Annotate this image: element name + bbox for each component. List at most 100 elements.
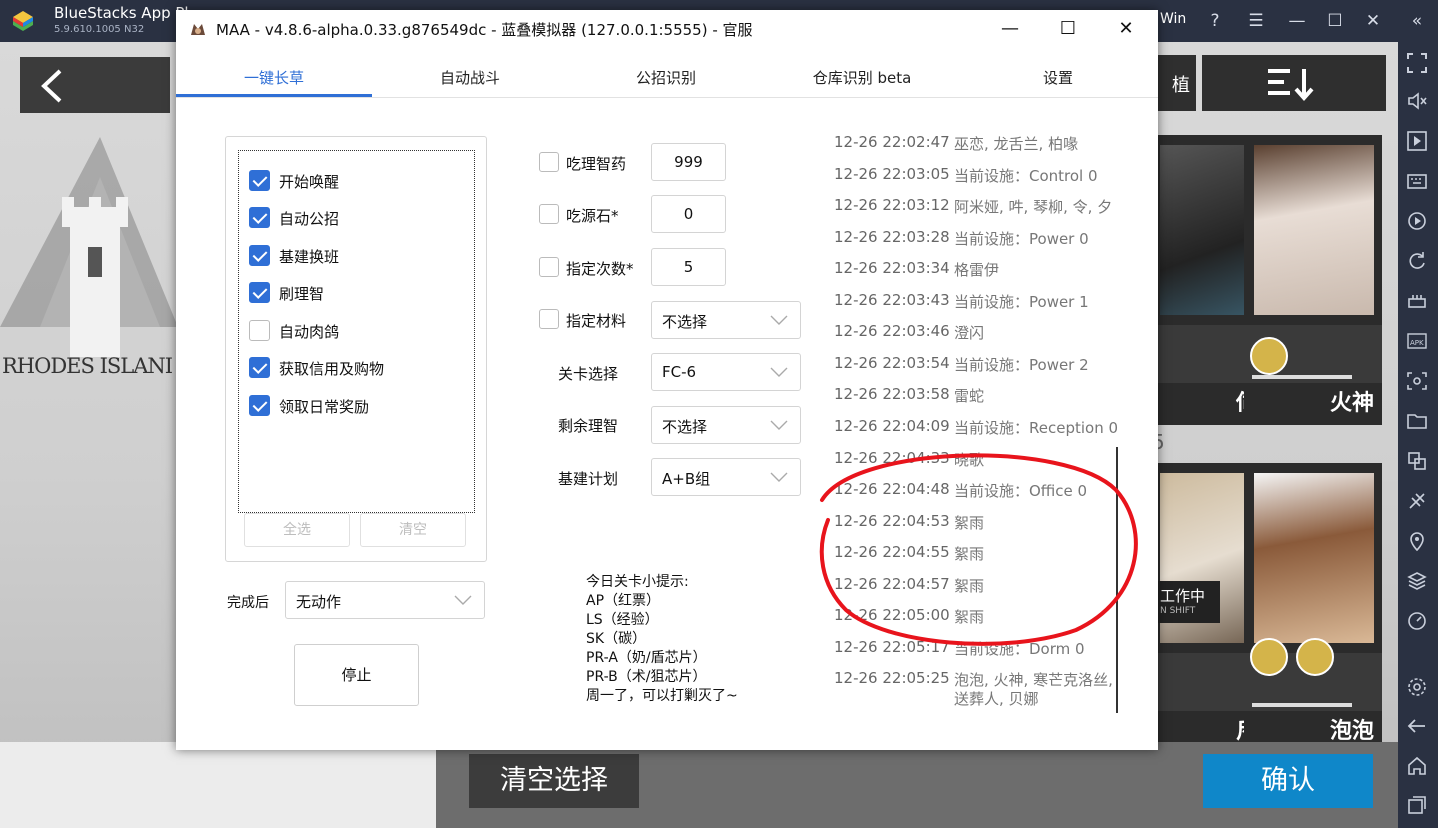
- game-back-button[interactable]: [20, 57, 170, 113]
- eco-mode-icon[interactable]: [1406, 490, 1428, 512]
- medicine-checkbox[interactable]: [539, 152, 559, 172]
- game-lower-panel: [0, 742, 436, 828]
- clear-all-button[interactable]: 清空: [360, 513, 466, 547]
- stone-input[interactable]: 0: [651, 195, 726, 233]
- chevron-left-icon: [41, 69, 62, 103]
- folder-icon[interactable]: [1406, 410, 1428, 432]
- tab-farming[interactable]: 一键长草: [176, 58, 372, 98]
- operator-portrait: [1254, 473, 1374, 643]
- operator-card[interactable]: 泡泡: [1244, 463, 1382, 753]
- log-message: 当前设施：Power 1: [954, 293, 1089, 311]
- maximize-icon[interactable]: ☐: [1320, 6, 1350, 36]
- log-message: 当前设施：Power 0: [954, 230, 1089, 248]
- multi-instance-icon[interactable]: [1406, 450, 1428, 472]
- rotate-icon[interactable]: [1406, 250, 1428, 272]
- home-icon[interactable]: [1406, 755, 1428, 777]
- stone-checkbox[interactable]: [539, 204, 559, 224]
- record-icon[interactable]: [1406, 210, 1428, 232]
- after-completion-select[interactable]: 无动作: [285, 581, 485, 619]
- log-time: 12-26 22:04:48: [834, 480, 950, 498]
- task-item-wakeup[interactable]: 开始唤醒: [249, 169, 469, 193]
- task-item-mall[interactable]: 获取信用及购物: [249, 356, 469, 380]
- tab-auto-battle[interactable]: 自动战斗: [372, 58, 568, 98]
- recent-apps-icon[interactable]: [1406, 794, 1428, 816]
- back-arrow-icon[interactable]: [1406, 715, 1428, 737]
- times-input[interactable]: 5: [651, 248, 726, 286]
- log-entry: 12-26 22:03:58 雷蛇: [834, 385, 1134, 405]
- confirm-button[interactable]: 确认: [1203, 754, 1373, 808]
- log-message: 当前设施：Control 0: [954, 167, 1098, 185]
- tab-recruit-recognition[interactable]: 公招识别: [568, 58, 764, 98]
- win-label[interactable]: Win: [1160, 11, 1186, 27]
- speed-icon[interactable]: [1406, 610, 1428, 632]
- help-icon[interactable]: ?: [1200, 6, 1230, 36]
- tip-line: 今日关卡小提示:: [586, 574, 689, 590]
- times-checkbox[interactable]: [539, 257, 559, 277]
- stage-tips: 今日关卡小提示: AP（红票） LS（经验） SK（碳） PR-A（奶/盾芯片）…: [586, 573, 738, 706]
- task-item-infrast[interactable]: 基建换班: [249, 244, 469, 268]
- task-checkbox[interactable]: [249, 207, 270, 228]
- play-icon[interactable]: [1406, 130, 1428, 152]
- log-time: 12-26 22:03:43: [834, 291, 950, 309]
- volume-icon[interactable]: [1406, 90, 1428, 112]
- task-item-roguelike[interactable]: 自动肉鸽: [249, 319, 469, 343]
- task-checkbox[interactable]: [249, 357, 270, 378]
- remain-sanity-select[interactable]: 不选择: [651, 406, 801, 444]
- task-checkbox[interactable]: [249, 395, 270, 416]
- stop-button[interactable]: 停止: [294, 644, 419, 706]
- bluestacks-logo-icon: [13, 11, 33, 31]
- minimize-icon[interactable]: —: [1282, 6, 1312, 36]
- collapse-sidebar-icon[interactable]: «: [1402, 6, 1432, 36]
- task-checkbox[interactable]: [249, 282, 270, 303]
- task-checkbox[interactable]: [249, 170, 270, 191]
- layers-icon[interactable]: [1406, 570, 1428, 592]
- log-time: 12-26 22:04:33: [834, 449, 950, 467]
- tab-settings[interactable]: 设置: [960, 58, 1156, 98]
- task-checkbox[interactable]: [249, 320, 270, 341]
- settings-gear-icon[interactable]: [1406, 676, 1428, 698]
- log-message: 当前设施：Dorm 0: [954, 640, 1085, 658]
- screenshot-icon[interactable]: [1406, 370, 1428, 392]
- log-entry: 12-26 22:04:09 当前设施：Reception 0: [834, 417, 1134, 437]
- close-button[interactable]: ✕: [1097, 10, 1155, 48]
- sort-option-label: 植: [1172, 75, 1190, 96]
- log-message: 当前设施：Power 2: [954, 356, 1089, 374]
- log-message: 格雷伊: [954, 261, 1000, 279]
- apk-icon[interactable]: APK: [1406, 330, 1428, 352]
- tip-line: 周一了，可以打剿灭了~: [586, 688, 738, 704]
- infrast-plan-select[interactable]: A+B组: [651, 458, 801, 496]
- material-checkbox[interactable]: [539, 309, 559, 329]
- operator-card[interactable]: 火神: [1244, 135, 1382, 425]
- stage-select[interactable]: FC-6: [651, 353, 801, 391]
- log-scrollbar[interactable]: [1116, 447, 1118, 713]
- svg-text:APK: APK: [1410, 339, 1424, 347]
- performance-icon[interactable]: [1406, 290, 1428, 312]
- maa-title: MAA - v4.8.6-alpha.0.33.g876549dc - 蓝叠模拟…: [216, 21, 753, 39]
- material-select[interactable]: 不选择: [651, 301, 801, 339]
- task-item-recruit[interactable]: 自动公招: [249, 206, 469, 230]
- maximize-button[interactable]: ☐: [1039, 10, 1097, 48]
- chevron-down-icon: [770, 367, 788, 377]
- sort-button[interactable]: [1202, 55, 1386, 111]
- fullscreen-icon[interactable]: [1406, 52, 1428, 74]
- log-message: 晓歌: [954, 451, 985, 469]
- log-entry: 12-26 22:04:53 絮雨: [834, 512, 1134, 532]
- task-checkbox[interactable]: [249, 245, 270, 266]
- task-item-award[interactable]: 领取日常奖励: [249, 394, 469, 418]
- location-icon[interactable]: [1406, 530, 1428, 552]
- task-item-fight[interactable]: 刷理智: [249, 281, 469, 305]
- close-icon[interactable]: ✕: [1358, 6, 1388, 36]
- minimize-button[interactable]: —: [981, 10, 1039, 48]
- task-label: 领取日常奖励: [279, 398, 370, 416]
- sort-icon: [1268, 69, 1314, 102]
- bluestacks-version: 5.9.610.1005 N32: [54, 24, 145, 35]
- tab-depot-recognition[interactable]: 仓库识别 beta: [764, 58, 960, 98]
- stone-label: 吃源石*: [566, 207, 619, 225]
- select-all-button[interactable]: 全选: [244, 513, 350, 547]
- medicine-input[interactable]: 999: [651, 143, 726, 181]
- log-time: 12-26 22:05:00: [834, 606, 950, 624]
- times-label: 指定次数*: [566, 260, 634, 278]
- keyboard-icon[interactable]: [1406, 170, 1428, 192]
- clear-selection-button[interactable]: 清空选择: [469, 754, 639, 808]
- menu-icon[interactable]: ☰: [1241, 6, 1271, 36]
